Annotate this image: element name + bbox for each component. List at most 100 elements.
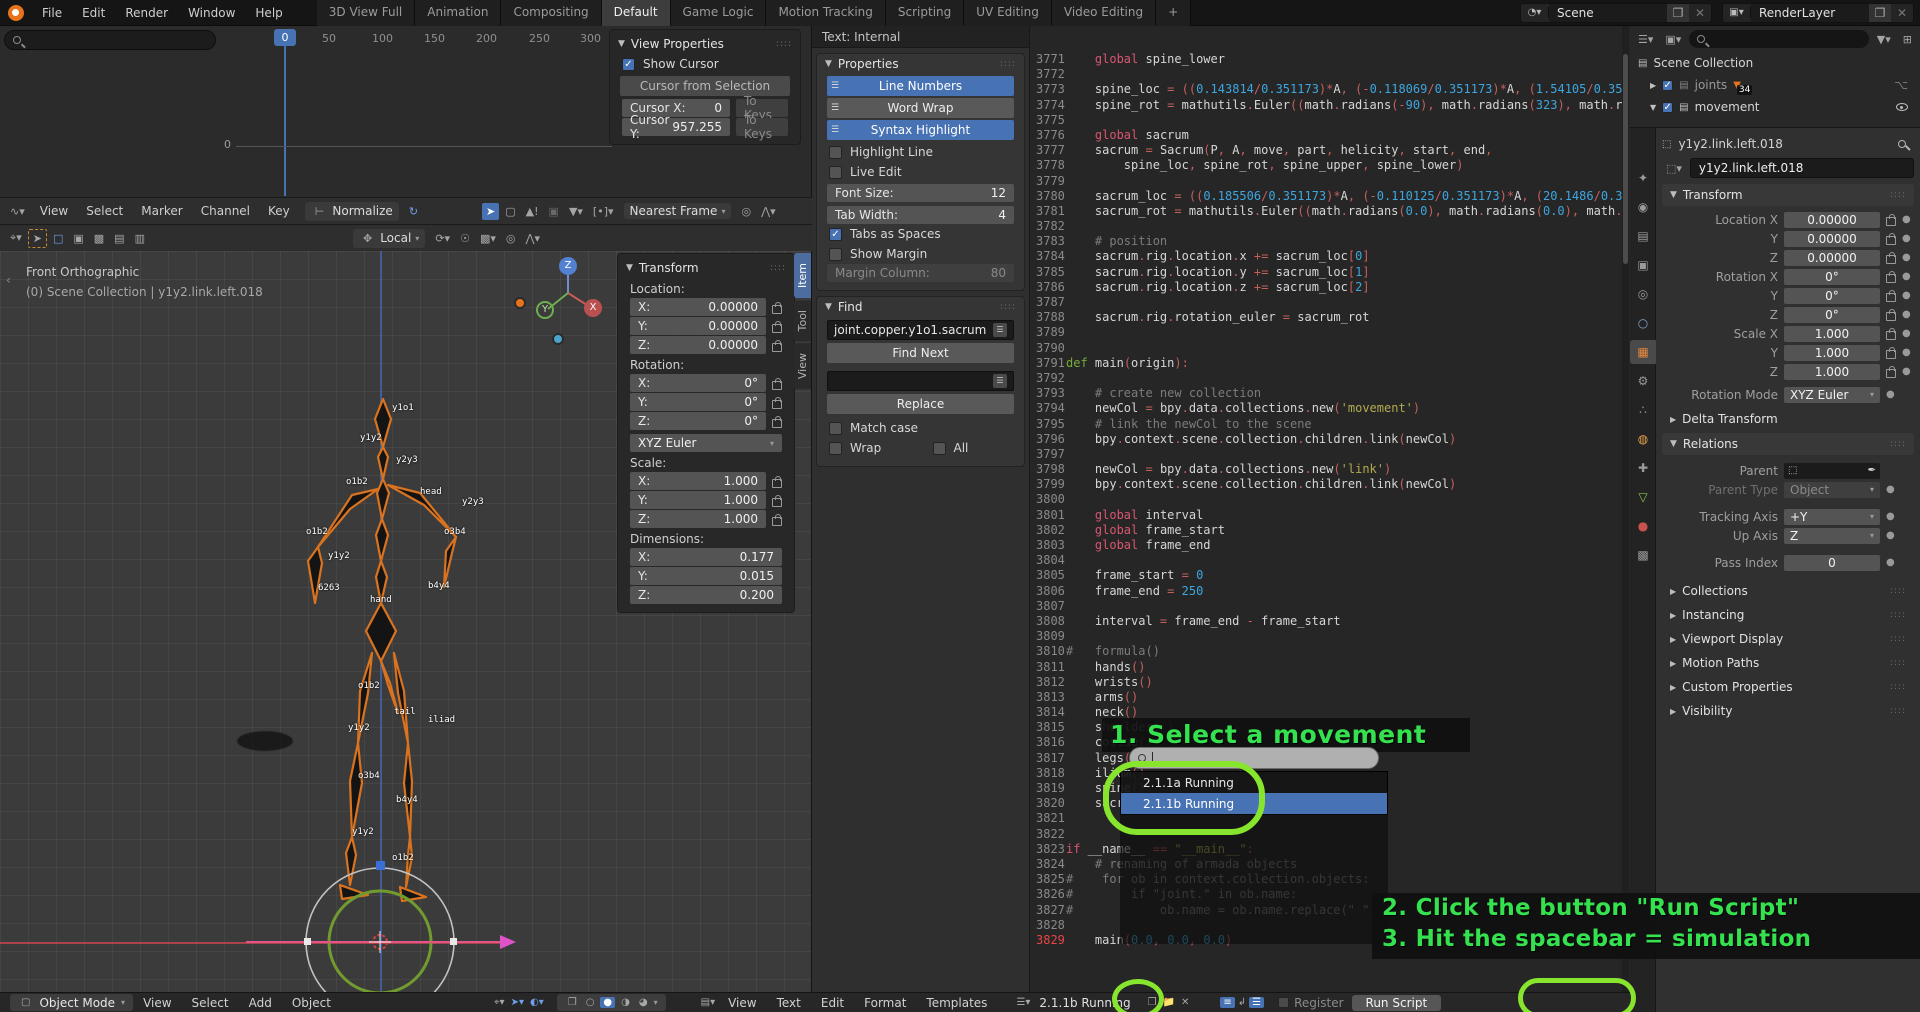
select-mode-2-icon[interactable]: ▣ [69,230,87,247]
workspace-tab[interactable]: Video Editing [1052,0,1156,26]
keying-icon[interactable]: ◎ [502,230,520,247]
code-line[interactable]: 3788 sacrum.rig.rotation_euler = sacrum_… [1030,310,1622,325]
select-mode-1-icon[interactable]: □ [49,230,67,247]
physics-tab-icon[interactable]: ◍ [1630,427,1656,451]
margin-column-field[interactable]: Margin Column:80 [827,264,1014,282]
particles-tab-icon[interactable]: ∴ [1630,398,1656,422]
unlink-text-icon[interactable]: ✕ [1178,997,1192,1008]
gizmo-pin-icon[interactable]: ⌖▾ [491,997,508,1008]
workspace-tab[interactable]: UV Editing [964,0,1052,26]
code-line[interactable]: 3780 sacrum_loc = ((0.185506/0.351173)*A… [1030,189,1622,204]
font-size-field[interactable]: Font Size:12 [827,184,1014,202]
code-line[interactable]: 3794 newCol = bpy.data.collections.new('… [1030,401,1622,416]
code-line[interactable]: 3796 bpy.context.scene.collection.childr… [1030,432,1622,447]
code-line[interactable]: 3775 [1030,113,1622,128]
lock-icon[interactable] [1886,312,1896,321]
workspace-tab[interactable]: Motion Tracking [766,0,885,26]
scale-field[interactable]: X:1.000 [630,472,766,490]
lock-icon[interactable] [772,479,782,488]
expand-arrow-icon[interactable]: ▶ [1650,81,1656,90]
panel-drag-handle[interactable]: :::: [776,39,792,49]
collapsed-section-header[interactable]: ▶Custom Properties:::: [1662,676,1914,698]
animate-dot-icon[interactable]: ● [1886,511,1895,522]
collapsed-section-header[interactable]: ▶Motion Paths:::: [1662,652,1914,674]
graph-header-menu[interactable]: Channel [192,204,259,218]
show-cursor-checkbox[interactable]: ✓ [622,58,635,71]
run-script-button[interactable]: Run Script [1352,995,1442,1011]
render-layer-icon[interactable]: ▣▾ [1723,7,1751,18]
current-frame-indicator[interactable]: 0 [274,29,296,46]
footer-syntax-icon[interactable]: ☰ [1249,997,1264,1008]
viewport-3d[interactable]: ‹ Front Orthographic (0) Scene Collectio… [0,251,812,992]
graph-editor-type-icon[interactable]: ∿▾ [6,203,29,220]
code-line[interactable]: 3812 wrists() [1030,675,1622,690]
code-line[interactable]: 3809 [1030,629,1622,644]
match-case-checkbox[interactable] [829,422,842,435]
select-mode-3-icon[interactable]: ▩ [90,230,108,247]
code-line[interactable]: 3774 spine_rot = mathutils.Euler((math.r… [1030,98,1622,113]
code-line[interactable]: 3779 [1030,174,1622,189]
rendered-shading-icon[interactable]: ◕ [636,997,651,1008]
editor-pin-icon[interactable]: ⌖▾ [6,229,26,247]
text-footer-menu[interactable]: Format [854,996,916,1010]
text-footer-menu[interactable]: View [718,996,766,1010]
transform-value-field[interactable]: 1.000 [1784,345,1880,361]
lock-icon[interactable] [772,419,782,428]
sidebar-tab[interactable]: Item [794,253,811,298]
lock-icon[interactable] [772,517,782,526]
outliner-row-scene-collection[interactable]: ▤ Scene Collection [1630,52,1920,74]
workspace-tab[interactable]: 3D View Full [317,0,416,26]
orientation-icon[interactable]: ⟳▾ [431,230,454,247]
collapse-triangle-icon[interactable]: ▼ [626,263,633,273]
bookmark-icon[interactable]: ☰ [993,374,1007,388]
lock-icon[interactable] [772,498,782,507]
code-line[interactable]: 3793 # create new collection [1030,386,1622,401]
text-footer-menu[interactable]: Templates [916,996,997,1010]
cursor-y-to-keys-button[interactable]: To Keys [736,118,788,136]
lock-icon[interactable] [1886,293,1896,302]
collapsed-section-header[interactable]: ▶Viewport Display:::: [1662,628,1914,650]
relations-section-header[interactable]: ▼Relations:::: [1662,433,1914,455]
lock-icon[interactable] [1886,217,1896,226]
text-toggle-button[interactable]: ☰Line Numbers [827,76,1014,96]
animate-dot-icon[interactable]: ● [1902,309,1911,320]
lock-icon[interactable] [1886,350,1896,359]
code-line[interactable]: 3804 [1030,553,1622,568]
viewport-footer-menu[interactable]: Object [282,996,341,1010]
tabs-as-spaces-checkbox[interactable]: ✓ [829,228,842,241]
animate-dot-icon[interactable]: ● [1886,557,1895,568]
text-footer-menu[interactable]: Edit [811,996,854,1010]
world-tab-icon[interactable]: ○ [1630,311,1656,335]
modifiers-tab-icon[interactable]: ⚙ [1630,369,1656,393]
rotation-field[interactable]: X:0° [630,374,766,392]
solid-outline-icon[interactable]: ○ [583,997,598,1008]
render-layer-copy-button[interactable]: ❐ [1869,4,1891,22]
code-line[interactable]: 3778 spine_loc, spine_rot, spine_upper, … [1030,158,1622,173]
code-line[interactable]: 3807 [1030,599,1622,614]
proportional-edit-icon[interactable]: ▩▾ [476,230,500,247]
outliner-row-movement[interactable]: ▼ ✓ ▤ movement [1630,96,1920,118]
code-line[interactable]: 3777 sacrum = Sacrum(P, A, move, part, h… [1030,143,1622,158]
collapse-arrow-icon[interactable]: ▼ [1650,103,1656,112]
transform-value-field[interactable]: 1.000 [1784,326,1880,342]
animate-dot-icon[interactable]: ● [1902,328,1911,339]
output-tab-icon[interactable]: ▤ [1630,224,1656,248]
scale-field[interactable]: Z:1.000 [630,510,766,528]
active-tool-icon[interactable]: ➤ [28,229,47,248]
code-line[interactable]: 3805 frame_start = 0 [1030,568,1622,583]
location-field[interactable]: X:0.00000 [630,298,766,316]
code-line[interactable]: 3802 global frame_start [1030,523,1622,538]
lock-icon[interactable] [1886,236,1896,245]
filter-funnel-icon[interactable]: ▼▾ [565,203,587,220]
solid-shading-icon[interactable]: ● [600,997,615,1008]
text-footer-menu[interactable]: Text [767,996,811,1010]
code-line[interactable]: 3806 frame_end = 250 [1030,584,1622,599]
transform-value-field[interactable]: 0° [1784,288,1880,304]
viewport-footer-menu[interactable]: View [133,996,181,1010]
code-line[interactable]: 3783 # position [1030,234,1622,249]
view-layer-tab-icon[interactable]: ▣ [1630,253,1656,277]
constraints-tab-icon[interactable]: ✚ [1630,456,1656,480]
render-layer-name[interactable]: RenderLayer [1751,4,1869,22]
animate-dot-icon[interactable]: ● [1902,271,1911,282]
code-line[interactable]: 3785 sacrum.rig.location.y += sacrum_loc… [1030,265,1622,280]
